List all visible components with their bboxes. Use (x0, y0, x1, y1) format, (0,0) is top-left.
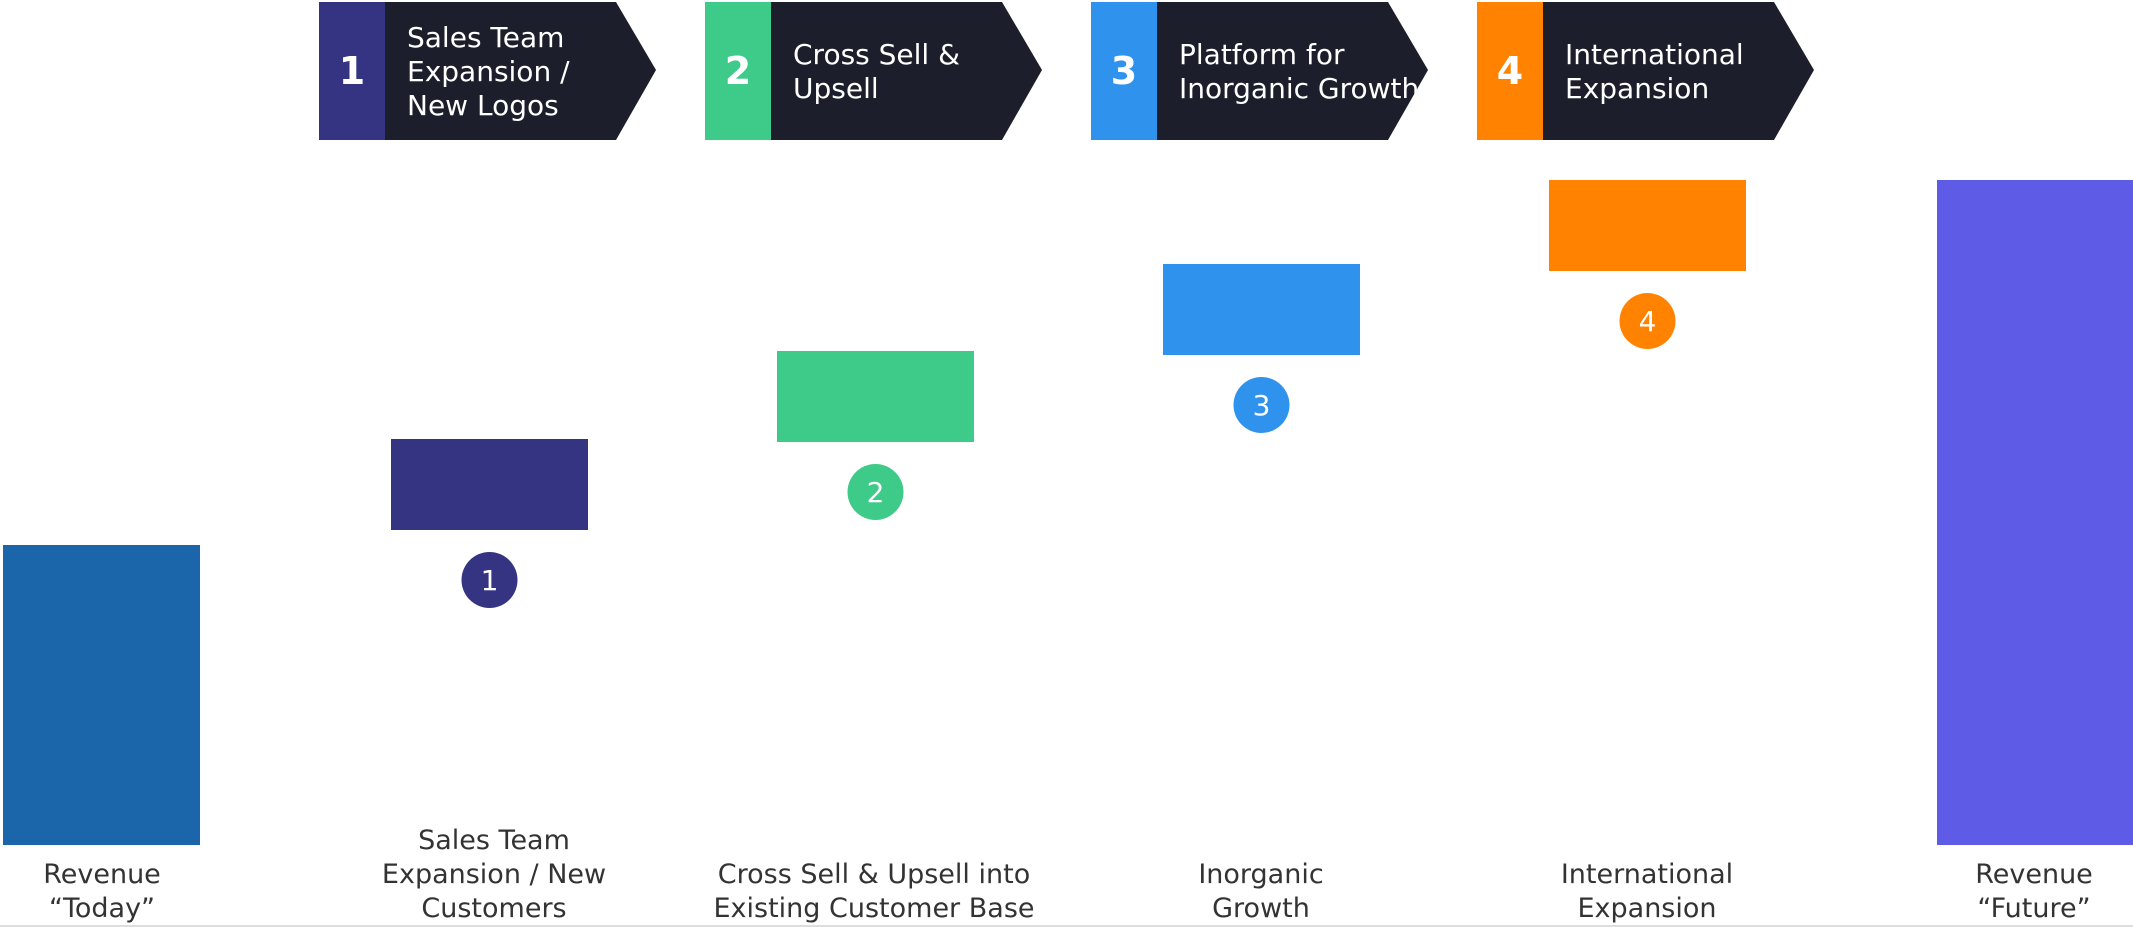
category-labels: Revenue“Today”Sales TeamExpansion / NewC… (43, 825, 2093, 924)
chart-bars (3, 180, 2133, 845)
category-label-line: Sales Team (418, 825, 570, 856)
category-label-line: Existing Customer Base (713, 893, 1034, 924)
header-banner-2: 2 Cross Sell &Upsell (705, 2, 1042, 140)
category-label-line: International (1561, 859, 1733, 890)
step-marker-number: 3 (1253, 389, 1271, 422)
step-marker-2: 2 (847, 464, 904, 520)
header-banner-1: 1 Sales TeamExpansion /New Logos (319, 2, 656, 140)
header-title-line: International (1565, 38, 1744, 71)
step-marker-1: 1 (461, 552, 518, 608)
header-title-line: Inorganic Growth (1179, 72, 1419, 105)
category-label-line: “Today” (49, 893, 155, 924)
increment-bar (391, 439, 588, 530)
step-marker-number: 2 (867, 476, 885, 509)
header-title-line: Upsell (793, 72, 879, 105)
category-label-line: Expansion (1577, 893, 1716, 924)
header-title-line: Platform for (1179, 38, 1345, 71)
category-label-line: Cross Sell & Upsell into (718, 859, 1030, 890)
category-label-line: Inorganic (1198, 859, 1323, 890)
category-label-line: Expansion / New (382, 859, 606, 890)
header-title-line: Expansion (1565, 72, 1709, 105)
increment-bar (1549, 180, 1746, 271)
category-label-line: Customers (421, 893, 566, 924)
category-label-line: Growth (1212, 893, 1310, 924)
header-title-line: Expansion / (407, 55, 570, 88)
step-marker-number: 4 (1639, 305, 1657, 338)
step-marker-number: 1 (481, 564, 499, 597)
increment-bar (1163, 264, 1360, 355)
total-bar (3, 545, 200, 845)
header-arrow-body (1541, 2, 1814, 140)
header-arrow-body (769, 2, 1042, 140)
header-banner-4: 4 InternationalExpansion (1477, 2, 1814, 140)
header-banners: 1 Sales TeamExpansion /New Logos 2 Cross Se… (319, 2, 1814, 140)
waterfall-chart: 1Sales TeamExpansion /New Logos2 Cross Se… (0, 2, 2133, 927)
category-label-line: Revenue (43, 859, 161, 890)
bar-markers: 1 2 3 4 (461, 293, 1676, 608)
header-title-line: Cross Sell & (793, 38, 960, 71)
header-number: 4 (1497, 49, 1523, 93)
header-number: 3 (1111, 49, 1137, 93)
increment-bar (777, 351, 974, 442)
header-number: 1 (339, 49, 365, 93)
header-arrow-body (1155, 2, 1428, 140)
header-title-line: New Logos (407, 89, 559, 122)
total-bar (1937, 180, 2133, 845)
header-title-line: Sales Team (407, 21, 564, 54)
category-label-line: “Future” (1977, 893, 2090, 924)
header-number: 2 (725, 49, 751, 93)
category-label-line: Revenue (1975, 859, 2093, 890)
step-marker-3: 3 (1233, 377, 1290, 433)
header-banner-3: 3 Platform forInorganic Growth (1091, 2, 1428, 140)
step-marker-4: 4 (1619, 293, 1676, 349)
